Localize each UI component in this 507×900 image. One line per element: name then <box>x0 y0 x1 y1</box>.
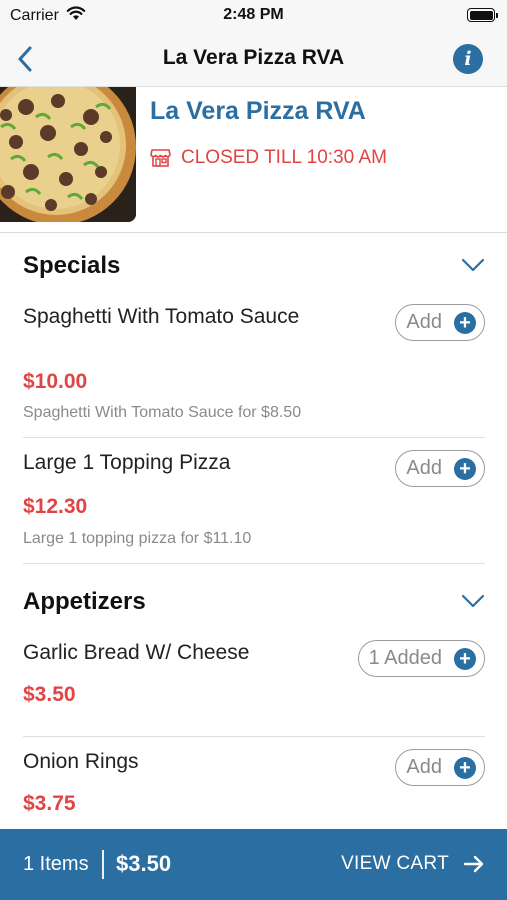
status-bar: Carrier 2:48 PM <box>0 0 507 32</box>
view-cart-button[interactable]: VIEW CART <box>341 853 485 875</box>
store-icon <box>150 148 171 168</box>
item-price: $10.00 <box>23 370 88 393</box>
arrow-right-icon <box>463 855 485 873</box>
add-button-label: Add <box>406 756 442 778</box>
item-price: $3.75 <box>23 792 76 815</box>
plus-icon: + <box>454 756 476 779</box>
added-button-label: 1 Added <box>368 647 442 669</box>
menu-item[interactable]: Large 1 Topping Pizza $12.30 Large 1 top… <box>23 448 485 564</box>
plus-icon: + <box>454 457 476 480</box>
navigation-bar: La Vera Pizza RVA i <box>0 32 507 87</box>
menu-item[interactable]: Garlic Bread W/ Cheese $3.50 1 Added + <box>23 638 485 737</box>
cart-divider <box>102 850 104 879</box>
item-price: $12.30 <box>23 495 88 518</box>
add-button[interactable]: Add + <box>395 304 485 341</box>
info-icon: i <box>464 48 472 70</box>
restaurant-photo <box>0 87 136 222</box>
page-title: La Vera Pizza RVA <box>162 46 345 69</box>
menu-item[interactable]: Spaghetti With Tomato Sauce $10.00 Spagh… <box>23 302 485 438</box>
item-description: Large 1 topping pizza for $11.10 <box>23 530 252 547</box>
section-header-appetizers[interactable]: Appetizers <box>23 582 485 622</box>
restaurant-header: La Vera Pizza RVA CLOSED TILL 10:30 AM <box>0 87 507 233</box>
cart-bar[interactable]: 1 Items $3.50 VIEW CART <box>0 829 507 900</box>
item-name: Spaghetti With Tomato Sauce <box>23 305 300 328</box>
clock: 2:48 PM <box>223 6 284 23</box>
plus-icon: + <box>454 311 476 334</box>
item-name: Onion Rings <box>23 750 139 773</box>
item-description: Spaghetti With Tomato Sauce for $8.50 <box>23 404 302 421</box>
section-title: Specials <box>23 252 121 279</box>
cart-item-count: 1 Items <box>23 853 89 875</box>
restaurant-name: La Vera Pizza RVA <box>150 97 366 125</box>
item-name: Large 1 Topping Pizza <box>23 451 231 474</box>
chevron-down-icon <box>461 258 485 272</box>
chevron-down-icon <box>461 594 485 608</box>
add-button-label: Add <box>406 457 442 479</box>
section-header-specials[interactable]: Specials <box>23 246 485 286</box>
item-price: $3.50 <box>23 683 76 706</box>
plus-icon: + <box>454 647 476 670</box>
cart-total: $3.50 <box>116 851 172 876</box>
item-name: Garlic Bread W/ Cheese <box>23 641 250 664</box>
section-title: Appetizers <box>23 588 146 615</box>
view-cart-label: VIEW CART <box>341 853 449 874</box>
added-button[interactable]: 1 Added + <box>357 640 485 677</box>
add-button[interactable]: Add + <box>395 749 485 786</box>
info-button[interactable]: i <box>453 44 483 74</box>
closed-status: CLOSED TILL 10:30 AM <box>150 147 387 169</box>
closed-status-text: CLOSED TILL 10:30 AM <box>181 147 387 168</box>
add-button[interactable]: Add + <box>395 450 485 487</box>
menu-item[interactable]: Onion Rings $3.75 Add + <box>23 747 485 827</box>
battery-icon <box>467 8 498 22</box>
add-button-label: Add <box>406 311 442 333</box>
